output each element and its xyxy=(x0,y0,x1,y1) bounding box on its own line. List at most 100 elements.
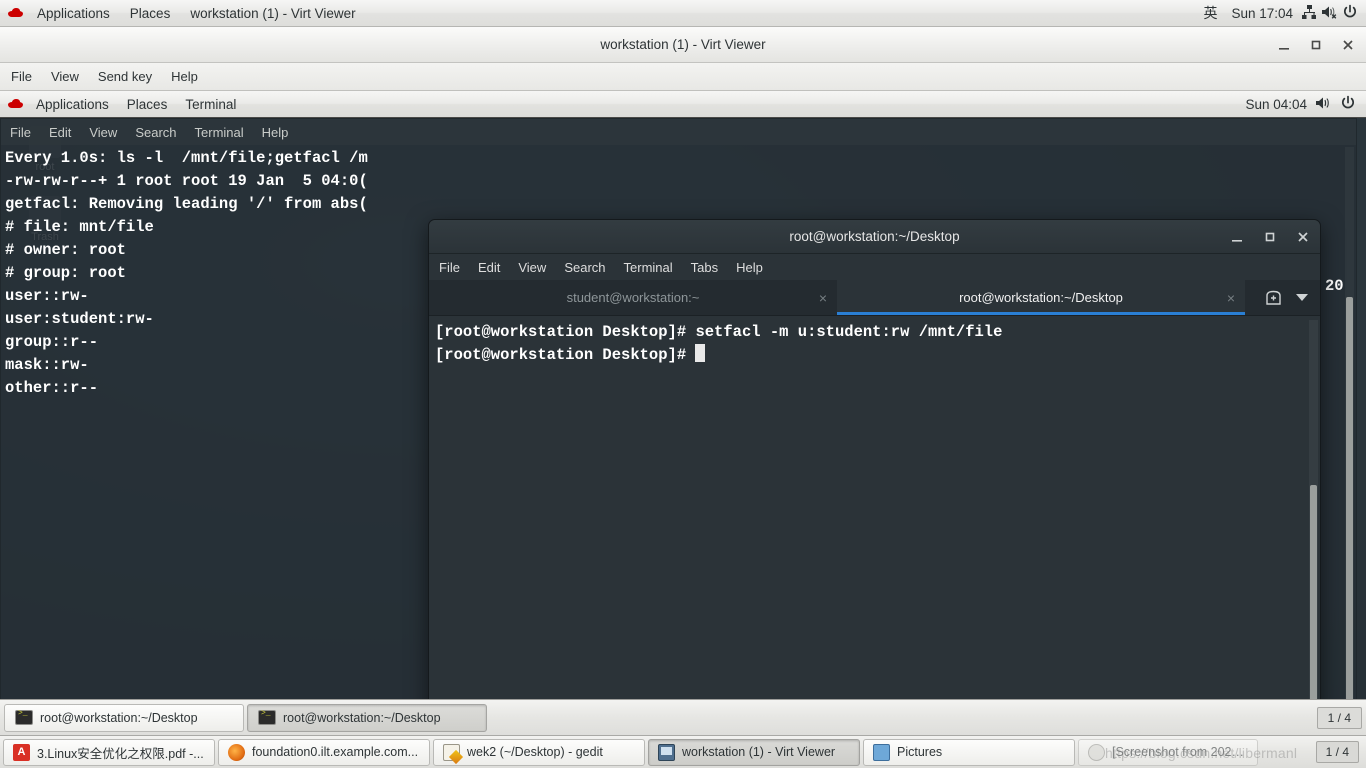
terminal-line: Every 1.0s: ls -l /mnt/file;getfacl /m xyxy=(5,149,368,167)
task-label: workstation (1) - Virt Viewer xyxy=(682,745,836,759)
fgterm-menu-edit[interactable]: Edit xyxy=(470,257,508,278)
redhat-logo-icon[interactable] xyxy=(7,98,24,111)
host-workspace-pager[interactable]: 1 / 4 xyxy=(1315,741,1359,763)
guest-menu-terminal[interactable]: Terminal xyxy=(176,94,245,115)
host-taskbar: 3.Linux安全优化之权限.pdf -... foundation0.ilt.… xyxy=(0,735,1366,768)
host-clock[interactable]: Sun 17:04 xyxy=(1227,6,1297,21)
terminal-output[interactable]: [root@workstation Desktop]# setfacl -m u… xyxy=(429,316,1320,735)
new-tab-icon[interactable] xyxy=(1265,290,1282,305)
pdf-icon xyxy=(13,743,30,761)
firefox-icon xyxy=(228,743,245,761)
power-icon[interactable] xyxy=(1342,4,1358,23)
task-label: foundation0.ilt.example.com... xyxy=(252,745,419,759)
host-window-title-item[interactable]: workstation (1) - Virt Viewer xyxy=(181,1,364,26)
task-label: wek2 (~/Desktop) - gedit xyxy=(467,745,603,759)
foreground-terminal-titlebar[interactable]: root@workstation:~/Desktop xyxy=(429,220,1320,254)
minimize-button[interactable] xyxy=(1228,228,1246,246)
tab-label: student@workstation:~ xyxy=(566,290,700,305)
bgterm-menu-file[interactable]: File xyxy=(1,123,40,142)
vv-menu-file[interactable]: File xyxy=(3,66,40,87)
virt-viewer-icon xyxy=(658,743,675,761)
foreground-terminal-window-controls xyxy=(1228,220,1312,254)
bgterm-menu-help[interactable]: Help xyxy=(253,123,298,142)
guest-menu-applications[interactable]: Applications xyxy=(27,94,118,115)
bgterm-menu-edit[interactable]: Edit xyxy=(40,123,80,142)
bgterm-menu-search[interactable]: Search xyxy=(126,123,185,142)
foreground-terminal-menubar: File Edit View Search Terminal Tabs Help xyxy=(429,254,1320,280)
scrollbar-thumb[interactable] xyxy=(1346,297,1353,735)
volume-icon[interactable] xyxy=(1315,95,1332,114)
terminal-cursor xyxy=(695,344,706,362)
host-task-pictures[interactable]: Pictures xyxy=(863,738,1075,766)
redhat-logo-icon[interactable] xyxy=(7,7,24,20)
guest-panel-status-area: Sun 04:04 xyxy=(1245,95,1366,114)
guest-task-button-1[interactable]: root@workstation:~/Desktop xyxy=(4,703,244,732)
bgterm-menu-view[interactable]: View xyxy=(80,123,126,142)
maximize-button[interactable] xyxy=(1261,228,1279,246)
shell-prompt: [root@workstation Desktop]# xyxy=(435,346,696,364)
tab-list-chevron-icon[interactable] xyxy=(1296,294,1308,301)
host-task-virt-viewer[interactable]: workstation (1) - Virt Viewer xyxy=(648,738,860,766)
terminal-line: [root@workstation Desktop]# xyxy=(435,344,1314,367)
scrollbar-thumb[interactable] xyxy=(1310,485,1317,735)
terminal-scrollbar[interactable] xyxy=(1309,320,1318,735)
host-top-panel: Applications Places workstation (1) - Vi… xyxy=(0,0,1366,27)
foreground-terminal-window[interactable]: root@workstation:~/Desktop File Edit Vie… xyxy=(428,219,1321,735)
tab-root-workstation-desktop[interactable]: root@workstation:~/Desktop × xyxy=(837,280,1245,315)
close-button[interactable] xyxy=(1294,228,1312,246)
terminal-tabbar: student@workstation:~ × root@workstation… xyxy=(429,280,1320,316)
maximize-button[interactable] xyxy=(1308,37,1324,53)
guest-menu-places[interactable]: Places xyxy=(118,94,177,115)
bgterm-menu-terminal[interactable]: Terminal xyxy=(186,123,253,142)
host-task-gedit[interactable]: wek2 (~/Desktop) - gedit xyxy=(433,738,645,766)
background-terminal-scrollbar[interactable] xyxy=(1345,147,1354,735)
guest-screen: root Trash Applications Places Terminal … xyxy=(0,91,1366,735)
fgterm-menu-search[interactable]: Search xyxy=(556,257,613,278)
host-panel-status-area: 英 Sun 17:04 xyxy=(1197,3,1366,23)
fgterm-menu-help[interactable]: Help xyxy=(728,257,771,278)
screenshot-icon xyxy=(1088,743,1105,761)
shell-command: setfacl -m u:student:rw /mnt/file xyxy=(695,323,1003,341)
background-terminal-menubar: File Edit View Search Terminal Help xyxy=(1,119,1356,145)
guest-taskbar: root@workstation:~/Desktop root@workstat… xyxy=(0,699,1366,735)
terminal-icon xyxy=(15,709,33,725)
virt-viewer-title: workstation (1) - Virt Viewer xyxy=(600,37,766,52)
host-task-screenshot[interactable]: [Screenshot from 2020-01-... xyxy=(1078,738,1258,766)
power-icon[interactable] xyxy=(1340,95,1356,114)
task-label: 3.Linux安全优化之权限.pdf -... xyxy=(37,746,204,761)
minimize-button[interactable] xyxy=(1276,37,1292,53)
virt-viewer-menubar: File View Send key Help xyxy=(0,63,1366,91)
fgterm-menu-file[interactable]: File xyxy=(431,257,468,278)
foreground-terminal-title: root@workstation:~/Desktop xyxy=(789,229,960,244)
virt-viewer-window-controls xyxy=(1276,27,1356,63)
virt-viewer-window: workstation (1) - Virt Viewer File View … xyxy=(0,27,1366,735)
vv-menu-view[interactable]: View xyxy=(43,66,87,87)
input-method-indicator[interactable]: 英 xyxy=(1197,3,1223,23)
fgterm-menu-terminal[interactable]: Terminal xyxy=(616,257,681,278)
volume-muted-icon[interactable] xyxy=(1321,4,1338,23)
host-task-firefox[interactable]: foundation0.ilt.example.com... xyxy=(218,738,430,766)
task-label: [Screenshot from 2020-01-... xyxy=(1112,745,1248,759)
guest-clock[interactable]: Sun 04:04 xyxy=(1245,97,1307,112)
tab-close-icon[interactable]: × xyxy=(819,291,827,305)
network-icon[interactable] xyxy=(1301,4,1317,23)
host-task-pdf[interactable]: 3.Linux安全优化之权限.pdf -... xyxy=(3,738,215,766)
terminal-line: getfacl: Removing leading '/' from abs( xyxy=(5,195,368,213)
tab-close-icon[interactable]: × xyxy=(1227,291,1235,305)
host-menu-places[interactable]: Places xyxy=(121,1,180,26)
host-menu-applications[interactable]: Applications xyxy=(28,1,119,26)
tab-student-workstation[interactable]: student@workstation:~ × xyxy=(429,280,837,315)
task-label: root@workstation:~/Desktop xyxy=(40,710,198,725)
task-label: root@workstation:~/Desktop xyxy=(283,710,441,725)
guest-task-button-2[interactable]: root@workstation:~/Desktop xyxy=(247,703,487,732)
fgterm-menu-view[interactable]: View xyxy=(510,257,554,278)
background-terminal-sliver-text: 20 xyxy=(1325,277,1344,295)
vv-menu-help[interactable]: Help xyxy=(163,66,206,87)
guest-workspace-pager[interactable]: 1 / 4 xyxy=(1316,706,1362,729)
vv-menu-send-key[interactable]: Send key xyxy=(90,66,160,87)
tab-label: root@workstation:~/Desktop xyxy=(959,290,1123,305)
virt-viewer-titlebar[interactable]: workstation (1) - Virt Viewer xyxy=(0,27,1366,63)
terminal-icon xyxy=(258,709,276,725)
fgterm-menu-tabs[interactable]: Tabs xyxy=(683,257,726,278)
close-button[interactable] xyxy=(1340,37,1356,53)
